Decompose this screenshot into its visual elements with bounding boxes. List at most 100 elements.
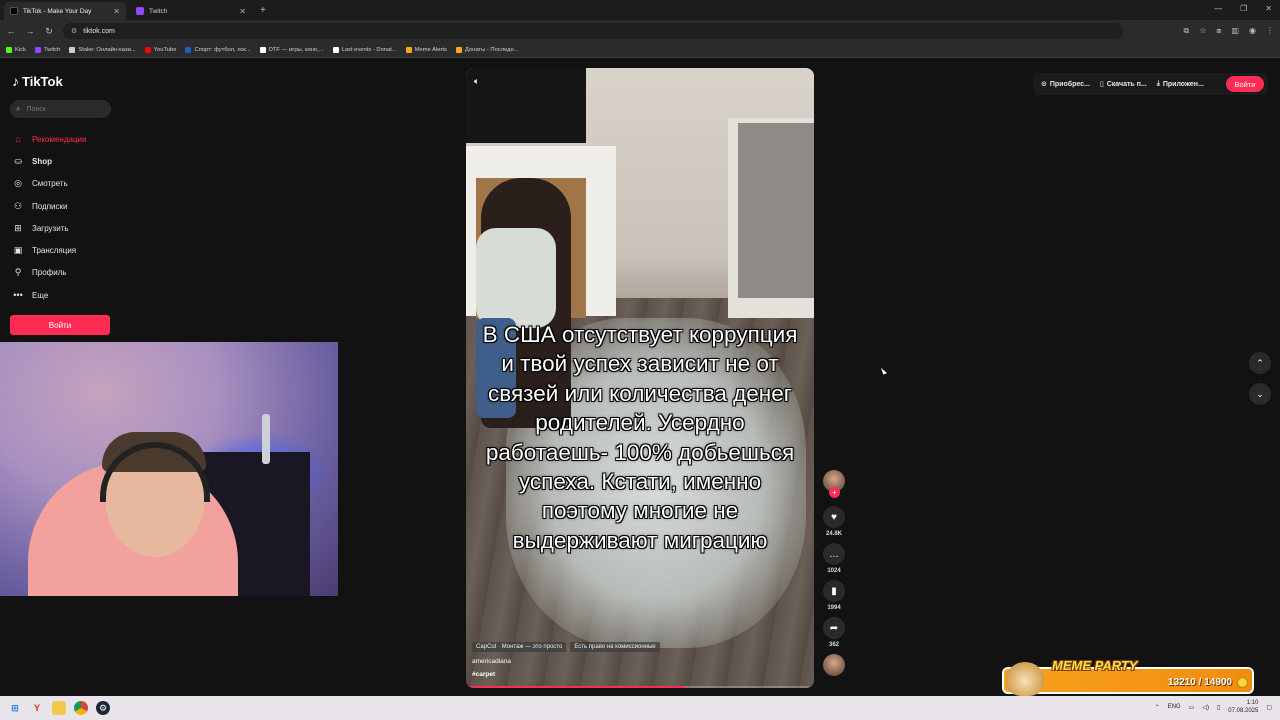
search-box[interactable]: ⌕: [10, 100, 111, 118]
windows-start-icon[interactable]: ⊞: [8, 701, 22, 715]
commission-tag[interactable]: Есть право на комиссионные: [570, 642, 660, 652]
like-heart-icon[interactable]: ♥: [823, 506, 845, 528]
close-tab-icon[interactable]: ✕: [239, 7, 246, 16]
side-panel-icon[interactable]: ▥: [1231, 26, 1239, 36]
bookmark-label: DTF — игры, кино,...: [268, 46, 324, 53]
follow-plus-icon[interactable]: +: [829, 487, 840, 498]
capcut-tag[interactable]: CapCut · Монтаж — это просто: [472, 642, 567, 652]
bookmark-item[interactable]: Kick: [6, 46, 26, 53]
header-item-1[interactable]: ▯ Скачать п...: [1100, 80, 1147, 89]
shop-bag-icon: ⛀: [14, 155, 22, 166]
bookmark-label: YouTube: [153, 46, 177, 53]
sidebar-item-0[interactable]: ⌂ Рекомендации: [12, 128, 112, 150]
bookmark-item[interactable]: Meme Alerts: [405, 46, 447, 53]
file-explorer-icon[interactable]: [52, 701, 66, 715]
sidebar-item-label: Shop: [32, 156, 52, 166]
tiktok-logo[interactable]: ♪ TikTok: [12, 73, 63, 89]
comment-icon[interactable]: …: [823, 543, 845, 565]
video-hashtag[interactable]: #carpet: [472, 671, 495, 678]
sound-icon[interactable]: 🔈︎: [474, 76, 479, 87]
upload-icon: ⊞: [14, 222, 22, 233]
video-caption: В США отсутствует коррупция и твой успех…: [482, 322, 798, 553]
minimize-icon[interactable]: —: [1214, 4, 1222, 13]
sidebar-item-label: Загрузить: [32, 223, 69, 233]
system-tray: ⌃ ENG ▭ ◁) ▯ 1:10 07.08.2025 ▢: [1155, 699, 1272, 715]
clock-date: 07.08.2025: [1228, 708, 1259, 714]
tab-tiktok[interactable]: TikTok - Make Your Day ✕: [4, 2, 126, 20]
sidebar-item-7[interactable]: ••• Еще: [12, 284, 112, 306]
profile-avatar-icon[interactable]: ◉: [1249, 26, 1256, 36]
music-disc-avatar[interactable]: [823, 654, 845, 676]
browser-tabstrip: TikTok - Make Your Day ✕ Twitch ✕ + — ❐ …: [0, 0, 1280, 20]
forward-icon[interactable]: →: [25, 26, 35, 36]
plus-icon[interactable]: +: [260, 5, 266, 16]
sidebar-item-label: Подписки: [32, 201, 68, 211]
bookmark-item[interactable]: Донаты - Последн...: [455, 46, 519, 53]
header-item-2[interactable]: ⤓ Приложен...: [1157, 80, 1204, 88]
bookmark-item[interactable]: Stake: Онлайн-кази...: [69, 46, 136, 53]
sidebar-item-label: Смотреть: [32, 179, 68, 189]
video-author[interactable]: americadiana: [472, 658, 511, 665]
bookmark-item[interactable]: Спорт: футбол, хок...: [185, 46, 251, 53]
bookmark-label: Донаты - Последн...: [464, 46, 519, 53]
video-tv: [466, 68, 586, 143]
bookmark-item[interactable]: DTF — игры, кино,...: [259, 46, 324, 53]
meme-party-title: MEME PARTY: [1052, 658, 1138, 673]
network-icon[interactable]: ▭: [1189, 704, 1195, 711]
sidebar-item-3[interactable]: ⚇ Подписки: [12, 195, 112, 217]
extensions-icon[interactable]: ⧈: [1216, 26, 1221, 36]
header-login-button[interactable]: Войти: [1226, 76, 1264, 92]
bookmark-item[interactable]: Twitch: [34, 46, 61, 53]
close-window-icon[interactable]: ✕: [1265, 4, 1272, 13]
bookmark-item[interactable]: Last events - Donat...: [332, 46, 397, 53]
share-count: 362: [828, 642, 839, 648]
sidebar-item-2[interactable]: ◎ Смотреть: [12, 173, 112, 195]
bookmark-label: Спорт: футбол, хок...: [194, 46, 251, 53]
yandex-browser-icon[interactable]: Y: [30, 701, 44, 715]
sidebar-item-6[interactable]: ⚲ Профиль: [12, 262, 112, 284]
bookmark-item[interactable]: YouTube: [144, 46, 177, 53]
install-app-icon[interactable]: ⧉: [1183, 26, 1189, 36]
video-player[interactable]: 🔈︎ В США отсутствует коррупция и твой ус…: [466, 68, 814, 688]
sidebar-item-1[interactable]: ⛀ Shop: [12, 150, 112, 172]
close-tab-icon[interactable]: ✕: [113, 7, 120, 16]
battery-icon[interactable]: ▯: [1217, 704, 1220, 711]
reload-icon[interactable]: ↻: [44, 26, 54, 37]
notifications-icon[interactable]: ▢: [1266, 704, 1272, 711]
back-icon[interactable]: ←: [6, 26, 16, 36]
bookmark-label: Twitch: [43, 46, 61, 53]
chevron-up-icon[interactable]: ⌃: [1249, 352, 1271, 374]
bookmark-icon[interactable]: ▮: [823, 580, 845, 602]
steam-icon[interactable]: ⚙: [96, 701, 110, 715]
language-indicator[interactable]: ENG: [1168, 704, 1181, 710]
video-progress-bar[interactable]: [466, 686, 814, 688]
bookmark-star-icon[interactable]: ☆: [1199, 26, 1206, 36]
sidebar-item-label: Трансляция: [32, 246, 77, 256]
tray-chevron-up-icon[interactable]: ⌃: [1155, 704, 1160, 711]
coin-icon: [1237, 677, 1248, 688]
home-icon: ⌂: [15, 134, 21, 145]
tab-title: TikTok - Make Your Day: [23, 7, 92, 15]
tab-twitch[interactable]: Twitch ✕: [130, 2, 252, 20]
site-info-icon[interactable]: ⚙: [71, 27, 77, 35]
maximize-icon[interactable]: ❐: [1240, 4, 1247, 13]
search-input[interactable]: [26, 105, 107, 113]
chevron-down-icon[interactable]: ⌄: [1249, 383, 1271, 405]
video-progress-fill: [466, 686, 686, 688]
bookmark-favicon-icon: [405, 46, 412, 53]
sidebar-item-4[interactable]: ⊞ Загрузить: [12, 217, 112, 239]
url-bar[interactable]: ⚙ tiktok.com: [63, 23, 1123, 39]
share-arrow-icon[interactable]: ➦: [823, 617, 845, 639]
login-button[interactable]: Войти: [10, 315, 110, 335]
bookmark-favicon-icon: [144, 46, 151, 53]
creator-avatar[interactable]: +: [823, 470, 845, 498]
bookmark-label: Kick: [15, 46, 26, 53]
bookmark-favicon-icon: [332, 46, 339, 53]
volume-icon[interactable]: ◁): [1202, 704, 1209, 711]
menu-kebab-icon[interactable]: ⋮: [1266, 26, 1274, 36]
clock[interactable]: 1:10 07.08.2025: [1228, 699, 1258, 715]
sidebar-item-5[interactable]: ▣ Трансляция: [12, 239, 112, 261]
chrome-icon[interactable]: [74, 701, 88, 715]
bookmark-label: Last events - Donat...: [341, 46, 397, 53]
header-item-0[interactable]: ⊙ Приобрес...: [1041, 80, 1090, 89]
